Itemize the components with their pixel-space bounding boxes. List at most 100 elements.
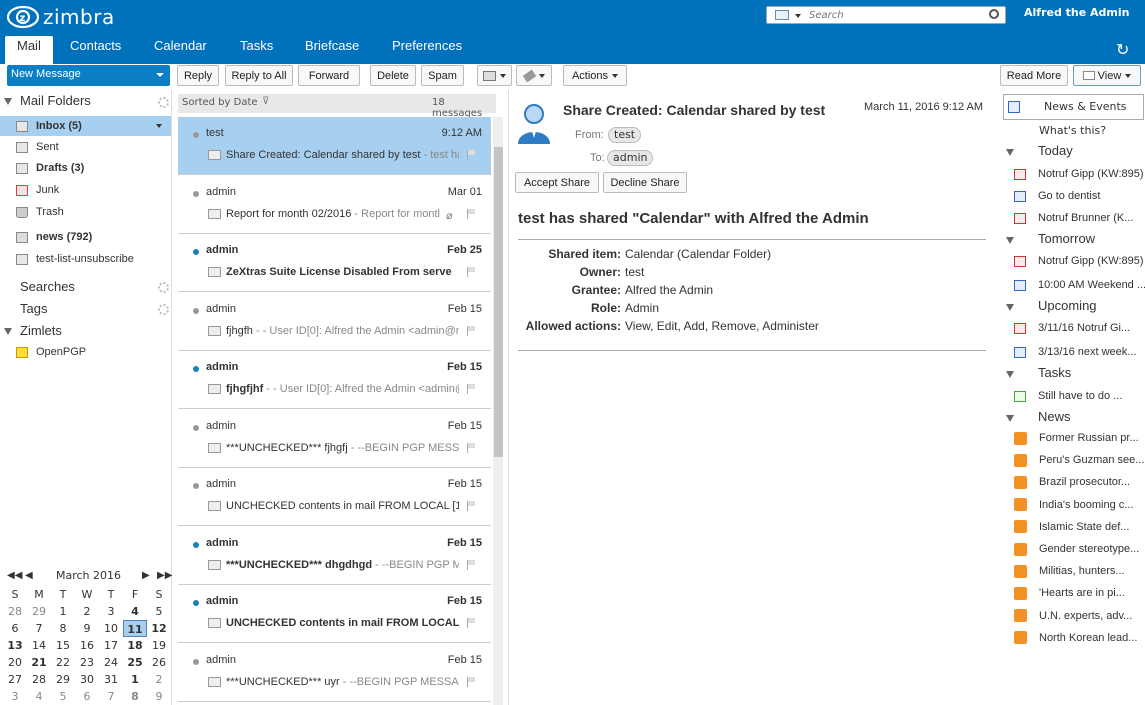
chevron-down-icon[interactable] xyxy=(795,14,801,18)
folder-drafts[interactable]: Drafts (3) xyxy=(0,158,171,178)
view-button[interactable]: View xyxy=(1073,65,1141,86)
calendar-day[interactable]: 5 xyxy=(147,603,171,620)
from-address-bubble[interactable]: test xyxy=(608,127,642,143)
calendar-day[interactable]: 9 xyxy=(75,620,99,637)
calendar-day[interactable]: 7 xyxy=(99,688,123,705)
searches-header[interactable]: Searches xyxy=(20,279,75,294)
read-status-dot[interactable] xyxy=(193,366,199,372)
tab-calendar[interactable]: Calendar xyxy=(142,36,219,62)
today-item[interactable]: Go to dentist xyxy=(1014,186,1100,206)
tab-mail[interactable]: Mail xyxy=(5,36,53,64)
calendar-day[interactable]: 28 xyxy=(27,671,51,688)
news-item[interactable]: Brazil prosecutor... xyxy=(1014,472,1130,492)
read-status-dot[interactable] xyxy=(193,541,199,548)
search-input[interactable] xyxy=(809,8,979,22)
calendar-day[interactable]: 27 xyxy=(3,671,27,688)
flag-icon[interactable] xyxy=(467,208,475,219)
collapse-triangle-icon[interactable] xyxy=(4,98,12,105)
accept-share-button[interactable]: Accept Share xyxy=(515,172,599,193)
calendar-day[interactable]: 4 xyxy=(27,688,51,705)
folder-trash[interactable]: Trash xyxy=(0,202,171,222)
tab-preferences[interactable]: Preferences xyxy=(380,36,474,62)
calendar-day[interactable]: 9 xyxy=(147,688,171,705)
calendar-day[interactable]: 6 xyxy=(3,620,27,637)
message-list-item[interactable]: admin Feb 15 fjhgfjhf - - User ID[0]: Alfr… xyxy=(178,351,491,409)
calendar-day[interactable]: 17 xyxy=(99,637,123,654)
next-year-icon[interactable]: ▶▶ xyxy=(157,570,172,581)
calendar-month-title[interactable]: March 2016 xyxy=(56,569,121,582)
zimlet-openpgp[interactable]: OpenPGP xyxy=(0,342,171,362)
print-button[interactable] xyxy=(477,65,512,86)
pane-divider[interactable] xyxy=(508,90,509,705)
message-list-item[interactable]: admin Feb 15 ***UNCHECKED*** dhgdhgd - --B… xyxy=(178,526,491,585)
decline-share-button[interactable]: Decline Share xyxy=(603,172,687,193)
tomorrow-header[interactable]: Tomorrow xyxy=(1038,231,1095,246)
message-list-item[interactable]: admin Mar 01 Report for month 02/2016 - Re… xyxy=(178,175,491,234)
collapse-triangle-icon[interactable] xyxy=(1006,149,1014,156)
tasks-header[interactable]: Tasks xyxy=(1038,365,1071,380)
prev-month-icon[interactable]: ◀ xyxy=(25,570,33,581)
read-status-dot[interactable] xyxy=(193,658,199,665)
zimlets-header[interactable]: Zimlets xyxy=(20,323,62,338)
message-list-item[interactable]: admin Feb 15 ***UNCHECKED*** uyr - --BEGIN… xyxy=(178,643,491,702)
flag-icon[interactable] xyxy=(467,442,475,453)
news-header[interactable]: News xyxy=(1038,409,1071,424)
flag-icon[interactable] xyxy=(467,267,475,277)
calendar-day[interactable]: 3 xyxy=(99,603,123,620)
read-status-dot[interactable] xyxy=(193,600,199,606)
chevron-down-icon[interactable] xyxy=(156,73,164,77)
calendar-day[interactable]: 31 xyxy=(99,671,123,688)
flag-icon[interactable] xyxy=(467,325,475,336)
calendar-day[interactable]: 23 xyxy=(75,654,99,671)
calendar-day[interactable]: 1 xyxy=(51,603,75,620)
calendar-day[interactable]: 8 xyxy=(123,688,147,705)
collapse-triangle-icon[interactable] xyxy=(1006,415,1014,422)
calendar-day[interactable]: 1 xyxy=(123,671,147,688)
tab-contacts[interactable]: Contacts xyxy=(58,36,133,62)
message-list-item[interactable]: admin Feb 15 UNCHECKED contents in mail FR… xyxy=(178,585,491,643)
calendar-day[interactable]: 29 xyxy=(51,671,75,688)
message-list-item[interactable]: admin Feb 25 ZeXtras Suite License Disable… xyxy=(178,234,491,292)
read-status-dot[interactable] xyxy=(193,190,199,197)
calendar-day[interactable]: 3 xyxy=(3,688,27,705)
news-item[interactable]: Peru's Guzman see... xyxy=(1014,450,1144,470)
search-box[interactable] xyxy=(766,6,1006,24)
tag-button[interactable] xyxy=(516,65,552,86)
delete-button[interactable]: Delete xyxy=(370,65,416,86)
calendar-day[interactable]: 18 xyxy=(123,637,147,654)
message-list-item[interactable]: admin Feb 15 fjhgfh - - User ID[0]: Alfred… xyxy=(178,292,491,351)
news-item[interactable]: 'Hearts are in pi... xyxy=(1014,583,1125,603)
calendar-day[interactable]: 30 xyxy=(75,671,99,688)
news-events-tab[interactable]: News & Events xyxy=(1003,94,1144,120)
news-item[interactable]: North Korean lead... xyxy=(1014,628,1137,648)
chevron-down-icon[interactable] xyxy=(156,124,162,128)
tomorrow-item[interactable]: Notruf Gipp (KW:895) xyxy=(1014,251,1144,271)
calendar-day[interactable]: 10 xyxy=(99,620,123,637)
message-list-item[interactable]: test 9:12 AM Share Created: Calendar share… xyxy=(178,117,491,175)
flag-icon[interactable] xyxy=(467,676,475,687)
actions-button[interactable]: Actions xyxy=(563,65,627,86)
user-menu[interactable]: Alfred the Admin xyxy=(1024,6,1130,19)
message-list-scrollbar[interactable] xyxy=(493,117,503,705)
calendar-day[interactable]: 13 xyxy=(3,637,27,654)
prev-year-icon[interactable]: ◀◀ xyxy=(7,570,22,581)
folder-news[interactable]: news (792) xyxy=(0,227,171,247)
calendar-day[interactable]: 15 xyxy=(51,637,75,654)
upcoming-item[interactable]: 3/11/16 Notruf Gi... xyxy=(1014,318,1130,338)
calendar-day[interactable]: 26 xyxy=(147,654,171,671)
collapse-triangle-icon[interactable] xyxy=(1006,371,1014,378)
upcoming-header[interactable]: Upcoming xyxy=(1038,298,1097,313)
sort-icon[interactable]: ⊽ xyxy=(262,96,269,107)
folder-inbox[interactable]: Inbox (5) xyxy=(0,116,171,136)
collapse-triangle-icon[interactable] xyxy=(4,328,12,335)
whats-this-link[interactable]: What's this? xyxy=(1039,124,1106,137)
next-month-icon[interactable]: ▶ xyxy=(142,570,150,581)
calendar-day[interactable]: 6 xyxy=(75,688,99,705)
calendar-day[interactable]: 20 xyxy=(3,654,27,671)
read-status-dot[interactable] xyxy=(193,132,199,138)
forward-button[interactable]: Forward xyxy=(298,65,360,86)
calendar-day[interactable]: 2 xyxy=(75,603,99,620)
gear-icon[interactable] xyxy=(158,97,169,108)
news-item[interactable]: Militias, hunters... xyxy=(1014,561,1125,581)
tab-tasks[interactable]: Tasks xyxy=(228,36,285,62)
